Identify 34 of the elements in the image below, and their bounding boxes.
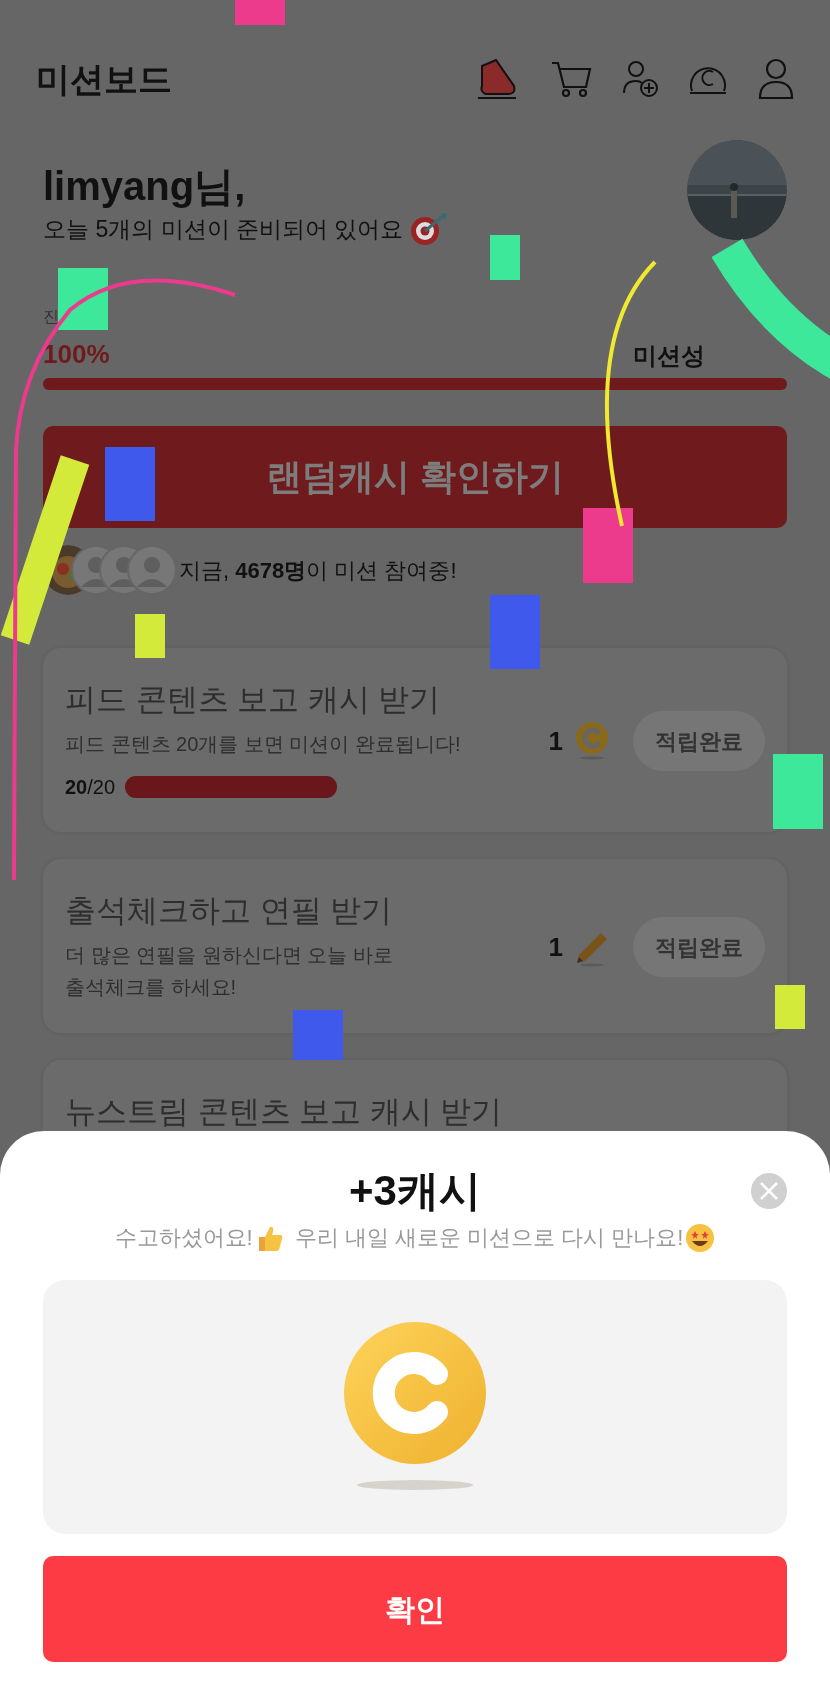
cash-coin-icon — [573, 721, 611, 761]
user-avatar-icon — [127, 545, 177, 595]
confetti-piece — [135, 614, 165, 658]
cart-icon[interactable] — [550, 59, 592, 99]
confetti-piece — [58, 268, 108, 330]
reward-amount: 1 — [548, 724, 563, 758]
page-title: 미션보드 — [36, 58, 172, 100]
mission-description: 피드 콘텐츠 20개를 보면 미션이 완료됩니다! — [65, 732, 461, 757]
greeting-name: limyang님, — [43, 163, 246, 210]
sheet-message: 우리 내일 새로운 미션으로 다시 만나요! — [294, 1224, 684, 1252]
confetti-piece — [775, 985, 805, 1029]
confetti-piece — [293, 1010, 343, 1060]
confirm-button[interactable]: 확인 — [43, 1556, 787, 1662]
participants-text: 지금, 4678명이 미션 참여중! — [179, 556, 457, 585]
sheet-message: 수고하셨어요! — [114, 1224, 253, 1252]
mission-title: 뉴스트림 콘텐츠 보고 캐시 받기 — [65, 1093, 503, 1131]
mission-description: 더 많은 연필을 원하신다면 오늘 바로 출석체크를 하세요! — [65, 943, 394, 1000]
confetti-piece — [490, 235, 520, 280]
target-icon — [409, 212, 450, 247]
sheet-title: +3캐시 — [349, 1166, 481, 1216]
add-user-icon[interactable] — [622, 59, 658, 99]
star-eyes-face-icon — [685, 1222, 716, 1253]
mission-count: 20/20 — [65, 775, 116, 800]
mission-title: 출석체크하고 연필 받기 — [65, 892, 393, 930]
earn-complete-button[interactable]: 적립완료 — [633, 917, 765, 977]
progress-percent: 100% — [43, 338, 110, 371]
confetti-piece — [235, 0, 285, 25]
earn-complete-button[interactable]: 적립완료 — [633, 711, 765, 771]
greeting-subtitle: 오늘 5개의 미션이 준비되어 있어요 — [43, 215, 404, 244]
random-cash-button[interactable]: 랜덤캐시 확인하기 — [43, 426, 787, 528]
reward-amount: 1 — [548, 930, 563, 964]
goal-label: 미션성 — [633, 341, 705, 371]
user-icon[interactable] — [758, 58, 794, 100]
mission-title: 피드 콘텐츠 보고 캐시 받기 — [65, 681, 441, 719]
